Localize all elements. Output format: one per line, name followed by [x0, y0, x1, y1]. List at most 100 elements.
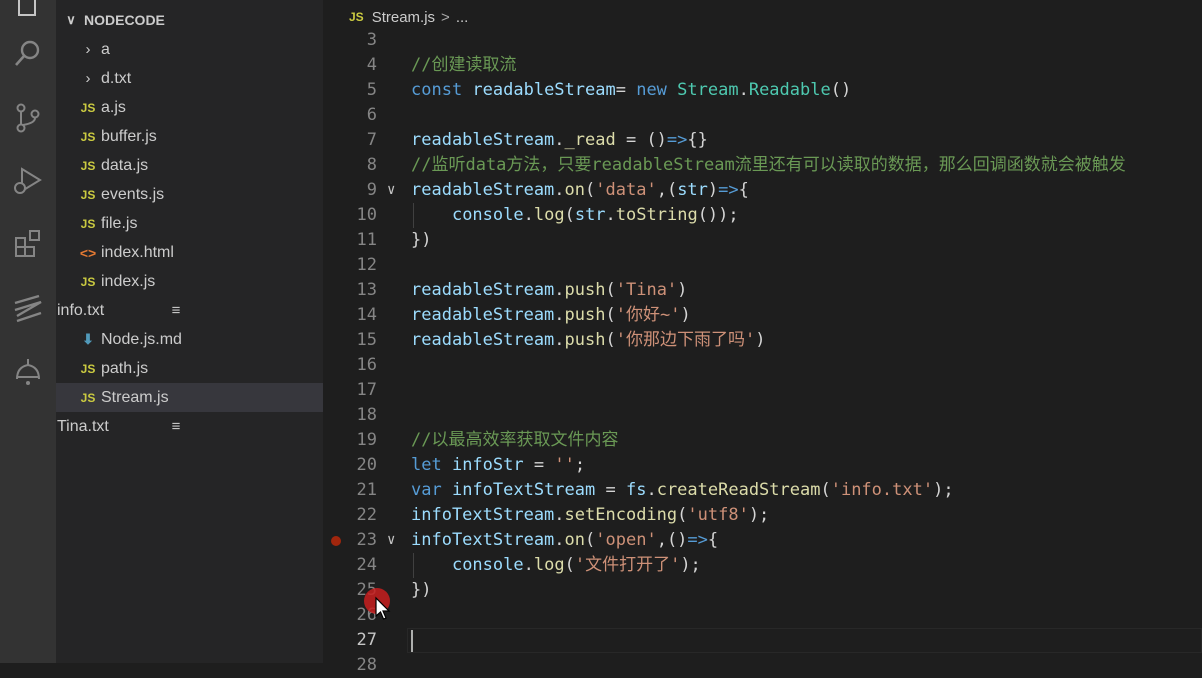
code-line[interactable]: 9 ∨ readableStream.on('data',(str)=>{	[323, 178, 1202, 203]
code-text: infoTextStream.on('open',()=>{	[411, 530, 719, 550]
code-line[interactable]: 22 infoTextStream.setEncoding('utf8');	[323, 503, 1202, 528]
code-line[interactable]: 18	[323, 403, 1202, 428]
search-icon[interactable]	[0, 30, 56, 78]
code-line[interactable]: 12	[323, 253, 1202, 278]
code-text: console.log('文件打开了');	[451, 555, 701, 575]
code-line[interactable]: 19 //以最高效率获取文件内容	[323, 428, 1202, 453]
file-item[interactable]: ≡ info.txt	[56, 296, 323, 325]
stack-icon[interactable]	[0, 284, 56, 332]
txt-file-icon: ≡	[171, 418, 181, 435]
code-text: })	[411, 580, 432, 600]
code-text: })	[411, 230, 432, 250]
explorer-icon[interactable]: 1	[0, 0, 56, 30]
file-item[interactable]: › a	[56, 35, 323, 64]
code-line[interactable]: 26	[323, 603, 1202, 628]
chevron-right-icon: ›	[85, 41, 91, 58]
code-text: readableStream.on('data',(str)=>{	[411, 180, 749, 200]
file-item-label: buffer.js	[101, 127, 157, 145]
file-item[interactable]: JS path.js	[56, 354, 323, 383]
file-item[interactable]: ≡ Tina.txt	[56, 412, 323, 441]
code-line[interactable]: 7 readableStream._read = ()=>{}	[323, 128, 1202, 153]
code-line[interactable]: 3	[323, 28, 1202, 53]
line-number: 18	[356, 405, 377, 425]
extensions-icon[interactable]	[0, 220, 56, 268]
code-line[interactable]: 11})	[323, 228, 1202, 253]
file-item-label: path.js	[101, 359, 149, 377]
file-item[interactable]: JS data.js	[56, 151, 323, 180]
explorer-sidebar: ∨ NODECODE › a › d.txt JS a.js JS buffer.js JS da…	[56, 0, 323, 663]
js-file-icon: JS	[80, 274, 96, 289]
fold-chevron-icon[interactable]: ∨	[387, 178, 403, 203]
line-number: 24	[356, 555, 377, 575]
code-line[interactable]: 24 console.log('文件打开了');	[323, 553, 1202, 578]
file-item[interactable]: JS index.js	[56, 267, 323, 296]
line-number: 21	[356, 480, 377, 500]
code-line[interactable]: 8 //监听data方法，只要readableStream流里还有可以读取的数据，…	[323, 153, 1202, 178]
line-number: 13	[356, 280, 377, 300]
pointer-icon	[375, 596, 391, 620]
code-line[interactable]: 4 //创建读取流	[323, 53, 1202, 78]
code-line[interactable]: 25})	[323, 578, 1202, 603]
line-number: 3	[366, 30, 377, 50]
file-item-label: data.js	[101, 156, 149, 174]
line-number: 10	[356, 205, 377, 225]
line-number: 22	[356, 505, 377, 525]
code-line[interactable]: 20 let infoStr = '';	[323, 453, 1202, 478]
code-line[interactable]: 14 readableStream.push('你好~')	[323, 303, 1202, 328]
js-file-icon: JS	[349, 10, 364, 24]
code-text: readableStream.push('你那边下雨了吗')	[411, 330, 766, 350]
file-item-label: index.html	[101, 243, 174, 261]
code-line[interactable]: 13 readableStream.push('Tina')	[323, 278, 1202, 303]
breadcrumb-more[interactable]: ...	[456, 9, 469, 26]
js-file-icon: JS	[80, 390, 96, 405]
file-item[interactable]: JS a.js	[56, 93, 323, 122]
file-item[interactable]: › d.txt	[56, 64, 323, 93]
file-item-label: Tina.txt	[57, 417, 109, 435]
line-number: 5	[366, 80, 377, 100]
file-item-label: info.txt	[57, 301, 105, 319]
file-item-label: a.js	[101, 98, 126, 116]
line-number: 12	[356, 255, 377, 275]
explorer-section-header[interactable]: ∨ NODECODE	[56, 6, 323, 34]
file-item[interactable]: ⬇ Node.js.md	[56, 325, 323, 354]
file-item[interactable]: JS events.js	[56, 180, 323, 209]
code-text: var infoTextStream = fs.createReadStream…	[411, 480, 954, 500]
code-line[interactable]: 16	[323, 353, 1202, 378]
git-graph-icon[interactable]	[0, 348, 56, 396]
code-text: //以最高效率获取文件内容	[411, 430, 619, 450]
breadcrumb-file[interactable]: Stream.js	[372, 9, 435, 26]
source-control-icon[interactable]	[0, 94, 56, 142]
code-line[interactable]: 21 var infoTextStream = fs.createReadStre…	[323, 478, 1202, 503]
file-item[interactable]: JS file.js	[56, 209, 323, 238]
fold-chevron-icon[interactable]: ∨	[387, 528, 403, 553]
code-text: readableStream._read = ()=>{}	[411, 130, 708, 150]
file-item[interactable]: <> index.html	[56, 238, 323, 267]
code-text: let infoStr = '';	[411, 455, 586, 475]
line-number: 6	[366, 105, 377, 125]
code-line[interactable]: 23 ∨ infoTextStream.on('open',()=>{	[323, 528, 1202, 553]
file-item[interactable]: JS buffer.js	[56, 122, 323, 151]
line-number: 19	[356, 430, 377, 450]
file-item-label: Stream.js	[101, 388, 169, 406]
line-number: 17	[356, 380, 377, 400]
code-line[interactable]: 15 readableStream.push('你那边下雨了吗')	[323, 328, 1202, 353]
code-text: const readableStream= new Stream.Readabl…	[411, 80, 852, 100]
code-line[interactable]: 5 const readableStream= new Stream.Readab…	[323, 78, 1202, 103]
run-debug-icon[interactable]	[0, 156, 56, 204]
file-item[interactable]: JS Stream.js	[56, 383, 323, 412]
file-item-label: index.js	[101, 272, 156, 290]
code-text: readableStream.push('Tina')	[411, 280, 688, 300]
code-line[interactable]: 6	[323, 103, 1202, 128]
md-file-icon: ⬇	[82, 331, 94, 347]
code-line[interactable]: 27	[323, 628, 1202, 653]
code-text: console.log(str.toString());	[451, 205, 739, 225]
code-line[interactable]: 28	[323, 653, 1202, 678]
line-number: 27	[356, 630, 377, 650]
line-number: 9	[366, 180, 377, 200]
code-line[interactable]: 10 console.log(str.toString());	[323, 203, 1202, 228]
js-file-icon: JS	[80, 129, 96, 144]
code-line[interactable]: 17	[323, 378, 1202, 403]
editor-pane: JS Stream.js > ... 3 4 //创建读取流 5 const reada…	[323, 0, 1202, 675]
code-text: readableStream.push('你好~')	[411, 305, 691, 325]
js-file-icon: JS	[80, 158, 96, 173]
